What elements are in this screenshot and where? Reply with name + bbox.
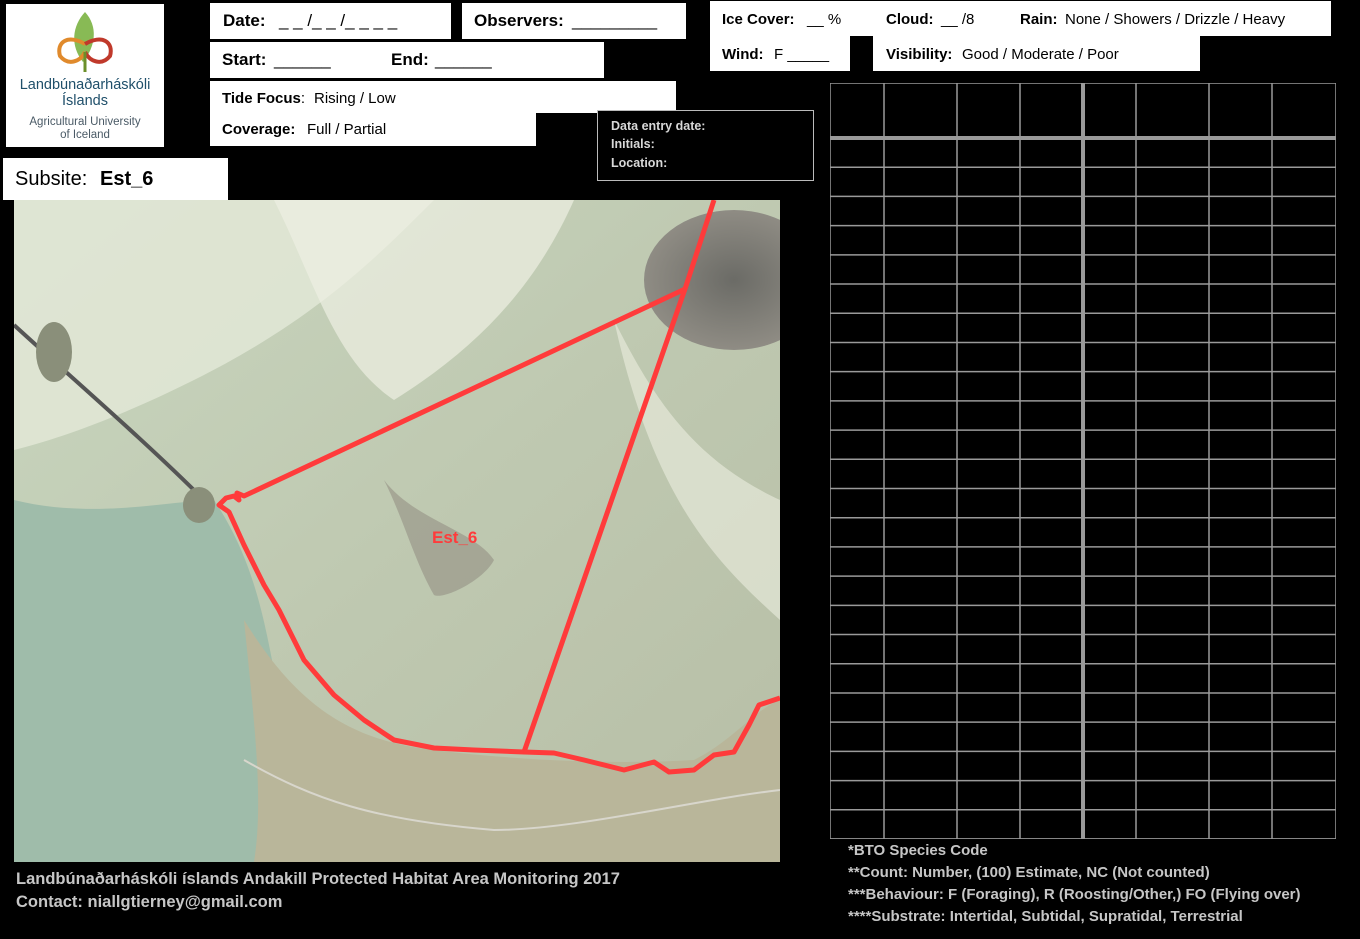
cloud-label: Cloud: bbox=[886, 11, 934, 28]
data-entry-date-label: Data entry date: bbox=[611, 119, 706, 133]
start-field[interactable]: ______ bbox=[274, 50, 331, 70]
end-label: End: bbox=[391, 50, 429, 69]
note-behaviour: ***Behaviour: F (Foraging), R (Roosting/… bbox=[848, 886, 1301, 903]
start-label: Start: bbox=[222, 50, 267, 69]
initials-label: Initials: bbox=[611, 137, 655, 151]
footer-title: Landbúnaðarháskóli íslands Andakill Prot… bbox=[16, 870, 620, 888]
ice-cover-field[interactable]: __ % bbox=[807, 11, 841, 28]
time-box: Start: ______ End: ______ bbox=[210, 42, 604, 78]
wind-box: Wind: F _____ bbox=[710, 36, 850, 71]
visibility-label: Visibility: bbox=[886, 46, 953, 63]
logo-name-line1: Landbúnaðarháskóli bbox=[19, 77, 151, 93]
note-species: *BTO Species Code bbox=[848, 842, 988, 859]
logo-name-line2: Íslands bbox=[62, 93, 108, 109]
weather-box: Ice Cover: __ % Cloud: __ /8 Rain: None … bbox=[710, 1, 1331, 36]
tide-box: Tide Focus: Rising / Low bbox=[210, 81, 676, 113]
university-logo: Landbúnaðarháskóli Íslands Agricultural … bbox=[6, 4, 164, 147]
logo-english-line2: of Iceland bbox=[60, 129, 110, 141]
note-count: **Count: Number, (100) Estimate, NC (Not… bbox=[848, 864, 1210, 881]
rain-label: Rain: bbox=[1020, 11, 1058, 28]
subsite-box: Subsite: Est_6 bbox=[3, 158, 228, 200]
logo-emblem-icon bbox=[57, 12, 113, 72]
wind-field[interactable]: F _____ bbox=[774, 46, 829, 63]
note-substrate: ****Substrate: Intertidal, Subtidal, Sup… bbox=[848, 908, 1243, 925]
recording-grid bbox=[830, 83, 1336, 839]
observers-field[interactable]: _________ bbox=[572, 11, 657, 31]
satellite-map: Est_6 bbox=[14, 200, 780, 862]
wind-label: Wind: bbox=[722, 46, 764, 63]
date-box: Date: _ _ /_ _ /_ _ _ _ bbox=[210, 3, 451, 39]
coverage-label: Coverage: bbox=[222, 121, 296, 138]
logo-english-line1: Agricultural University bbox=[29, 116, 141, 128]
visibility-options[interactable]: Good / Moderate / Poor bbox=[962, 46, 1119, 63]
area-label: Est_6 bbox=[432, 528, 477, 547]
visibility-box: Visibility: Good / Moderate / Poor bbox=[873, 36, 1200, 71]
ice-cover-label: Ice Cover: bbox=[722, 11, 795, 28]
observers-box: Observers: _________ bbox=[462, 3, 686, 39]
footer-contact: Contact: niallgtierney@gmail.com bbox=[16, 893, 283, 911]
data-entry-box: Data entry date: Initials: Location: bbox=[597, 110, 814, 181]
date-label: Date: bbox=[223, 11, 266, 30]
coverage-box: Coverage: Full / Partial bbox=[210, 113, 536, 146]
rain-options[interactable]: None / Showers / Drizzle / Heavy bbox=[1065, 11, 1285, 28]
tide-label: Tide Focus: bbox=[222, 90, 306, 107]
subsite-value: Est_6 bbox=[100, 168, 154, 190]
coverage-options[interactable]: Full / Partial bbox=[307, 121, 386, 138]
date-field[interactable]: _ _ /_ _ /_ _ _ _ bbox=[279, 11, 397, 31]
cloud-field[interactable]: __ /8 bbox=[941, 11, 974, 28]
tide-options[interactable]: Rising / Low bbox=[314, 90, 396, 107]
end-field[interactable]: ______ bbox=[435, 50, 492, 70]
location-label: Location: bbox=[611, 156, 668, 170]
observers-label: Observers: bbox=[474, 11, 564, 30]
subsite-label: Subsite: bbox=[15, 168, 88, 190]
